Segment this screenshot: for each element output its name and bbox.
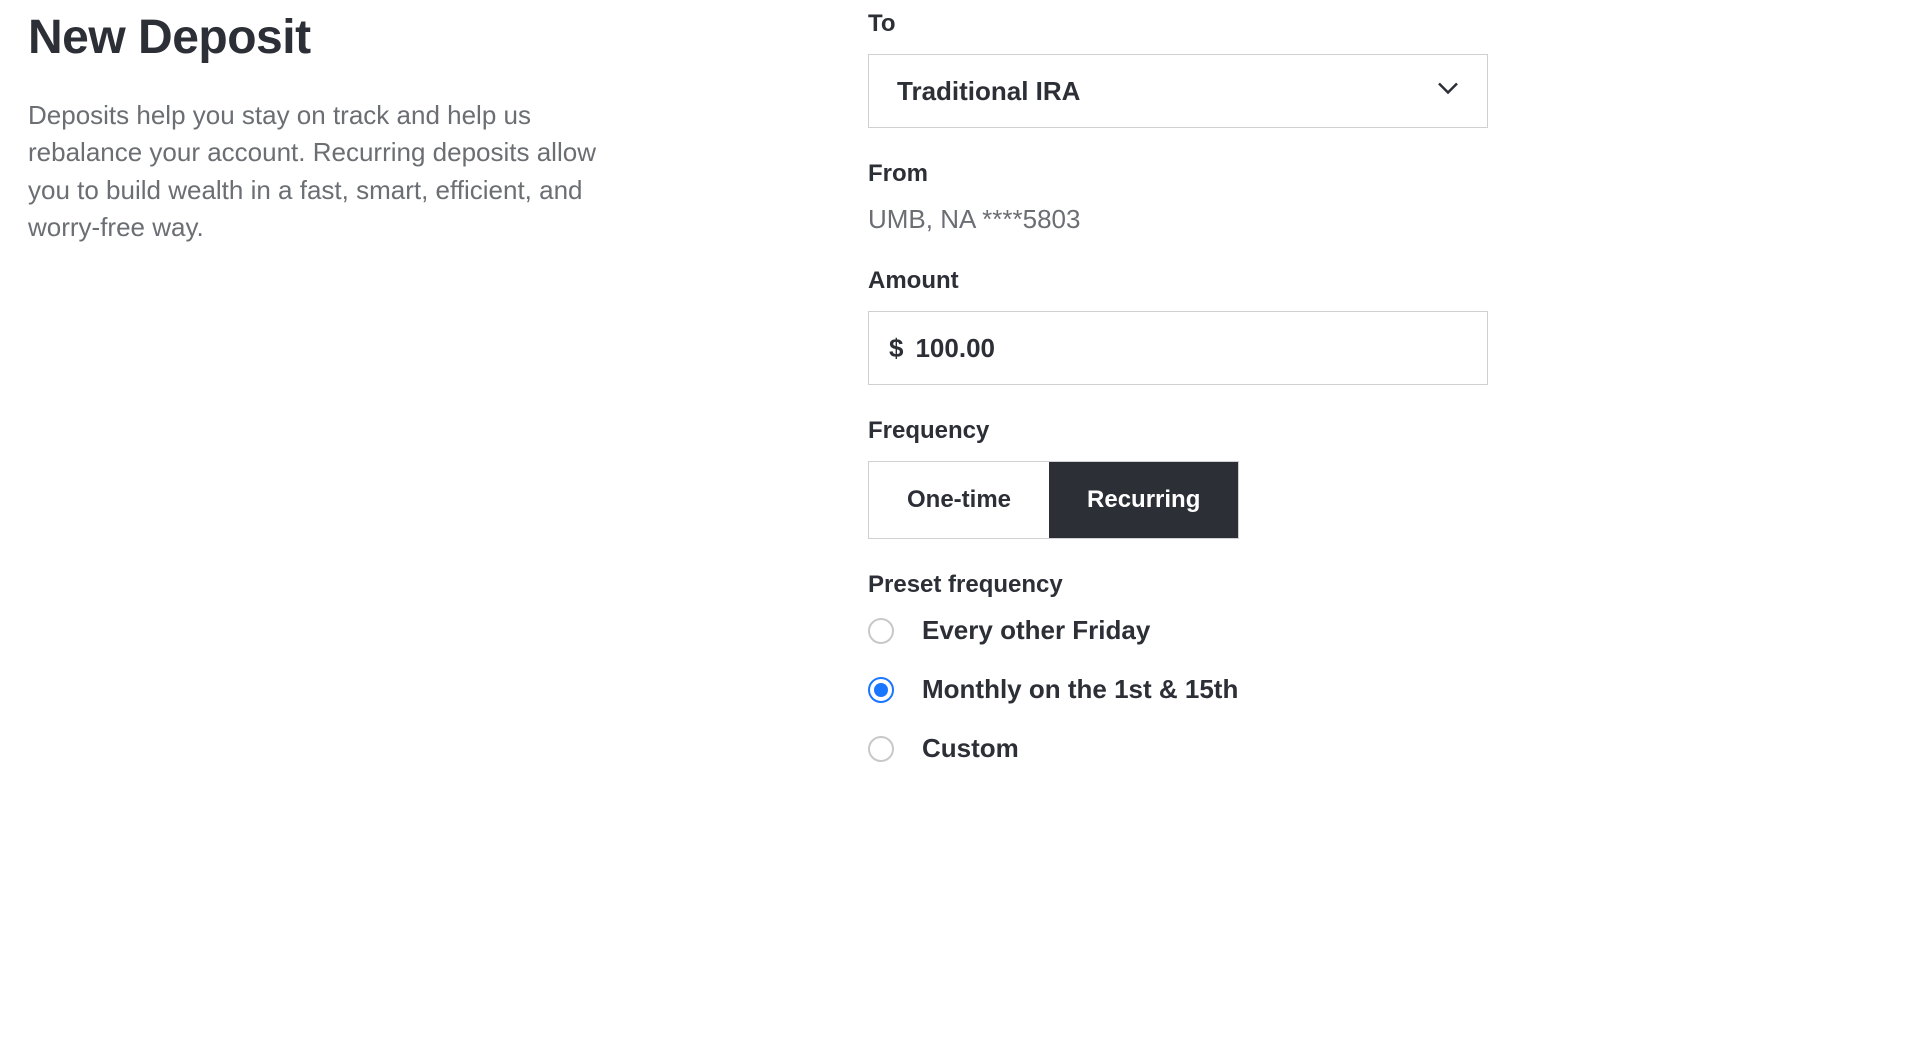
frequency-toggle: One-time Recurring — [868, 461, 1239, 539]
radio-icon — [868, 736, 894, 762]
to-account-value: Traditional IRA — [897, 76, 1080, 107]
page-title: New Deposit — [28, 10, 608, 65]
radio-icon — [868, 677, 894, 703]
to-label: To — [868, 10, 1488, 38]
amount-input-wrapper[interactable]: $ — [868, 311, 1488, 385]
amount-label: Amount — [868, 267, 1488, 295]
preset-option-label: Custom — [922, 733, 1019, 764]
from-account-value: UMB, NA ****5803 — [868, 204, 1488, 235]
frequency-label: Frequency — [868, 417, 1488, 445]
currency-symbol: $ — [889, 333, 903, 364]
preset-option-label: Monthly on the 1st & 15th — [922, 674, 1238, 705]
radio-icon — [868, 618, 894, 644]
frequency-recurring-button[interactable]: Recurring — [1049, 462, 1238, 538]
to-account-select[interactable]: Traditional IRA — [868, 54, 1488, 128]
preset-frequency-radio-group: Every other Friday Monthly on the 1st & … — [868, 615, 1488, 764]
chevron-down-icon — [1437, 82, 1459, 101]
frequency-onetime-button[interactable]: One-time — [869, 462, 1049, 538]
page-description: Deposits help you stay on track and help… — [28, 97, 608, 247]
preset-option-custom[interactable]: Custom — [868, 733, 1488, 764]
from-label: From — [868, 160, 1488, 188]
preset-option-label: Every other Friday — [922, 615, 1150, 646]
preset-frequency-label: Preset frequency — [868, 571, 1488, 599]
amount-input[interactable] — [915, 333, 1467, 364]
preset-option-every-other-friday[interactable]: Every other Friday — [868, 615, 1488, 646]
preset-option-monthly-1st-15th[interactable]: Monthly on the 1st & 15th — [868, 674, 1488, 705]
